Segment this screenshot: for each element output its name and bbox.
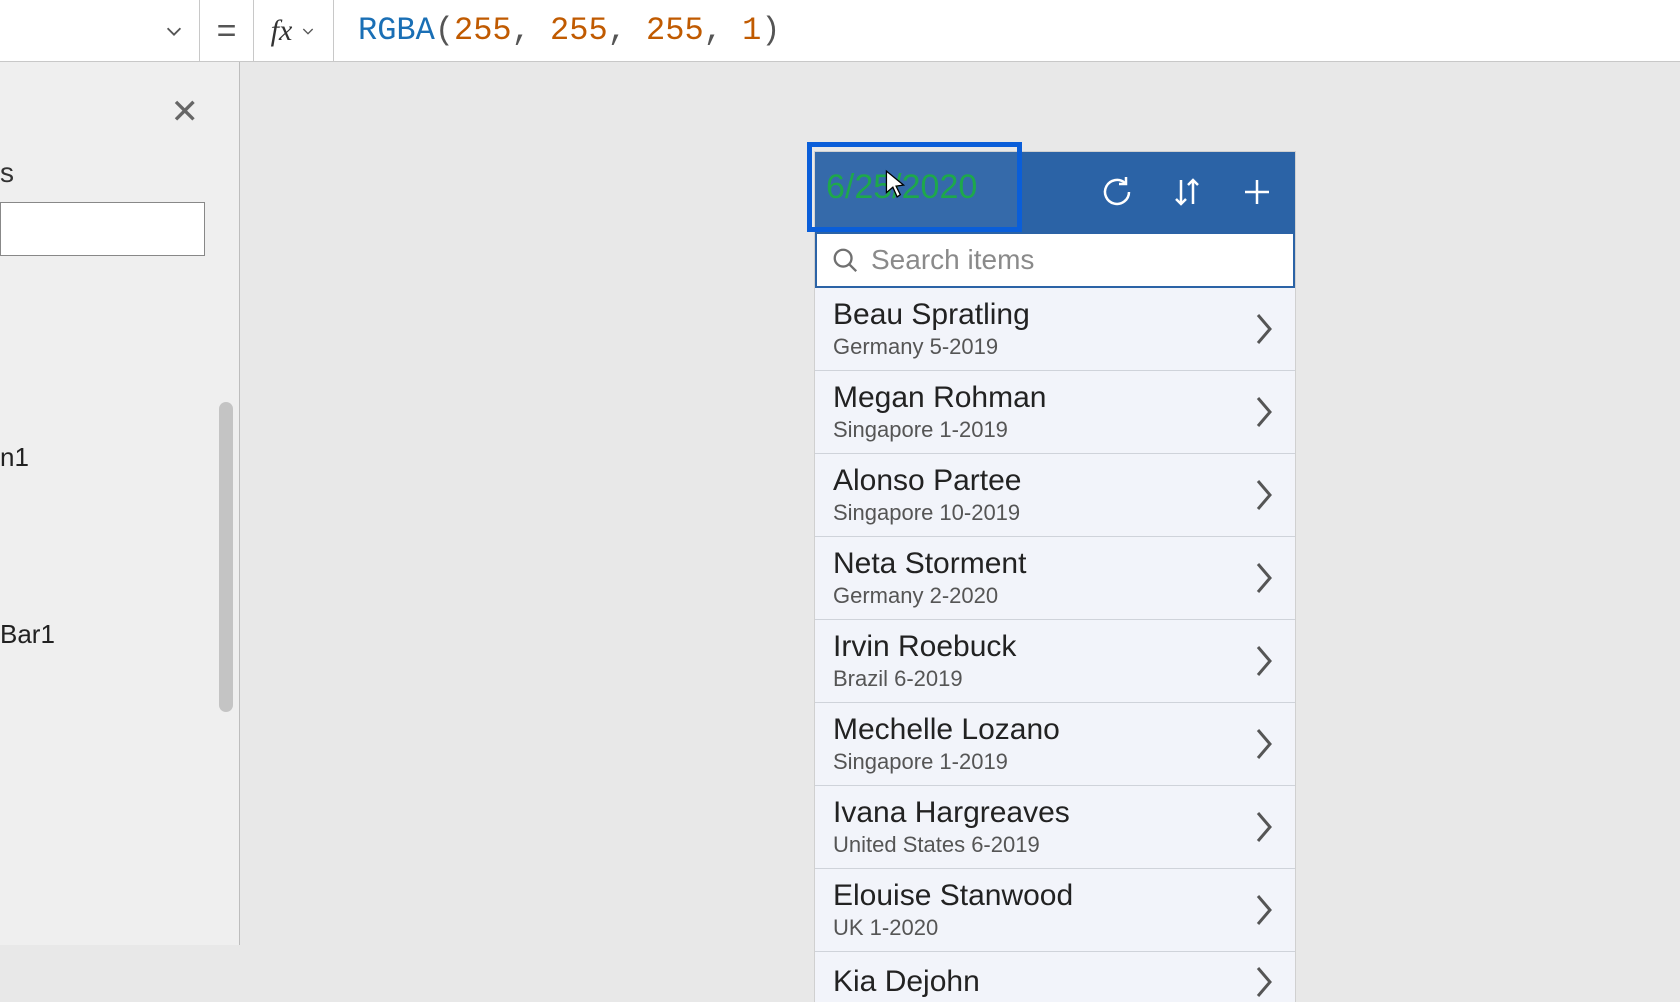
chevron-right-icon[interactable] <box>1251 724 1277 764</box>
item-sub: Singapore 1-2019 <box>833 417 1046 443</box>
search-icon <box>831 246 859 274</box>
item-name: Alonso Partee <box>833 464 1021 498</box>
formula-bar: = fx RGBA(255, 255, 255, 1) <box>0 0 1680 62</box>
item-name: Megan Rohman <box>833 381 1046 415</box>
refresh-icon[interactable] <box>1099 174 1135 210</box>
chevron-right-icon[interactable] <box>1251 641 1277 681</box>
tree-item[interactable]: n1 <box>0 442 29 473</box>
scrollbar-thumb[interactable] <box>219 402 233 712</box>
item-name: Beau Spratling <box>833 298 1030 332</box>
formula-fn: RGBA <box>358 12 435 49</box>
tree-view-panel: ✕ ts n1 Bar1 <box>0 62 240 945</box>
list-item[interactable]: Ivana Hargreaves United States 6-2019 <box>815 786 1295 869</box>
tree-item[interactable]: Bar1 <box>0 619 55 650</box>
search-placeholder: Search items <box>871 244 1034 276</box>
formula-input[interactable]: RGBA(255, 255, 255, 1) <box>334 12 780 49</box>
chevron-right-icon[interactable] <box>1251 392 1277 432</box>
item-sub: UK 1-2020 <box>833 915 1073 941</box>
item-sub: Singapore 1-2019 <box>833 749 1060 775</box>
chevron-down-icon <box>163 20 185 42</box>
chevron-right-icon[interactable] <box>1251 807 1277 847</box>
add-icon[interactable] <box>1239 174 1275 210</box>
fx-dropdown[interactable]: fx <box>254 0 334 62</box>
gallery-list: Beau Spratling Germany 5-2019 Megan Rohm… <box>815 288 1295 1002</box>
list-item[interactable]: Beau Spratling Germany 5-2019 <box>815 288 1295 371</box>
list-item[interactable]: Irvin Roebuck Brazil 6-2019 <box>815 620 1295 703</box>
search-input[interactable]: Search items <box>815 232 1295 288</box>
app-header: 6/25/2020 <box>815 152 1295 232</box>
item-sub: Germany 2-2020 <box>833 583 1026 609</box>
item-sub: Singapore 10-2019 <box>833 500 1021 526</box>
list-item[interactable]: Kia Dejohn <box>815 952 1295 1002</box>
item-name: Ivana Hargreaves <box>833 796 1070 830</box>
canvas[interactable]: 6/25/2020 Search items Beau Spratling Ge… <box>240 62 1680 945</box>
chevron-right-icon[interactable] <box>1251 309 1277 349</box>
item-name: Irvin Roebuck <box>833 630 1016 664</box>
list-item[interactable]: Elouise Stanwood UK 1-2020 <box>815 869 1295 952</box>
item-name: Mechelle Lozano <box>833 713 1060 747</box>
chevron-right-icon[interactable] <box>1251 890 1277 930</box>
property-dropdown[interactable] <box>0 0 200 62</box>
chevron-right-icon[interactable] <box>1251 558 1277 598</box>
item-name: Kia Dejohn <box>833 965 980 999</box>
fx-icon: fx <box>271 14 293 48</box>
list-item[interactable]: Megan Rohman Singapore 1-2019 <box>815 371 1295 454</box>
app-preview: 6/25/2020 Search items Beau Spratling Ge… <box>815 152 1295 1002</box>
close-icon[interactable]: ✕ <box>171 92 200 132</box>
chevron-right-icon[interactable] <box>1251 475 1277 515</box>
list-item[interactable]: Alonso Partee Singapore 10-2019 <box>815 454 1295 537</box>
item-name: Neta Storment <box>833 547 1026 581</box>
list-item[interactable]: Mechelle Lozano Singapore 1-2019 <box>815 703 1295 786</box>
title-label-selected[interactable]: 6/25/2020 <box>807 142 1022 232</box>
item-sub: Germany 5-2019 <box>833 334 1030 360</box>
panel-title: ts <box>0 157 14 189</box>
chevron-right-icon[interactable] <box>1251 962 1277 1002</box>
title-label-text: 6/25/2020 <box>826 168 977 207</box>
item-sub: United States 6-2019 <box>833 832 1070 858</box>
tree-search-input[interactable] <box>0 202 205 256</box>
item-sub: Brazil 6-2019 <box>833 666 1016 692</box>
equals-label: = <box>200 0 254 62</box>
chevron-down-icon <box>300 23 316 39</box>
list-item[interactable]: Neta Storment Germany 2-2020 <box>815 537 1295 620</box>
sort-icon[interactable] <box>1169 174 1205 210</box>
item-name: Elouise Stanwood <box>833 879 1073 913</box>
